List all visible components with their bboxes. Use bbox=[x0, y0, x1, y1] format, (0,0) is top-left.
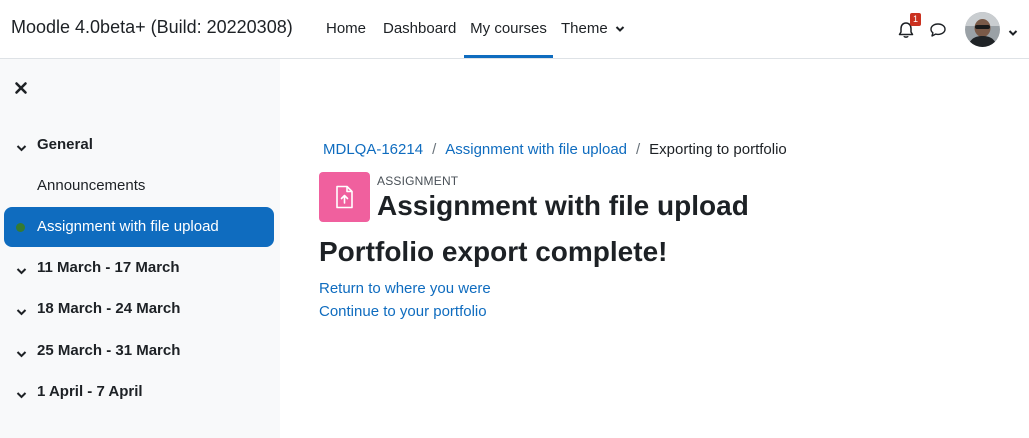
page-heading: Portfolio export complete! bbox=[319, 236, 668, 267]
top-navbar: Moodle 4.0beta+ (Build: 20220308) Home D… bbox=[0, 0, 1029, 59]
activity-announcements[interactable]: Announcements bbox=[0, 167, 280, 205]
nav-theme-label: Theme bbox=[561, 20, 608, 37]
site-brand[interactable]: Moodle 4.0beta+ (Build: 20220308) bbox=[11, 17, 293, 38]
section-label: 25 March - 31 March bbox=[37, 342, 181, 359]
activity-type-label: ASSIGNMENT bbox=[377, 174, 459, 188]
section-11-march[interactable]: 11 March - 17 March bbox=[0, 249, 280, 287]
activity-assignment-file-upload[interactable]: Assignment with file upload bbox=[4, 207, 274, 247]
chevron-down-icon[interactable] bbox=[16, 303, 27, 321]
notification-count-badge: 1 bbox=[910, 13, 921, 26]
nav-home[interactable]: Home bbox=[326, 0, 366, 58]
activity-title: Assignment with file upload bbox=[377, 190, 749, 221]
assignment-upload-icon bbox=[319, 172, 370, 222]
breadcrumb-separator: / bbox=[432, 141, 437, 158]
return-link[interactable]: Return to where you were bbox=[319, 280, 491, 297]
nav-dashboard[interactable]: Dashboard bbox=[383, 0, 456, 58]
section-label: 11 March - 17 March bbox=[37, 259, 180, 276]
user-menu-chevron-icon[interactable] bbox=[1008, 24, 1018, 42]
section-1-april[interactable]: 1 April - 7 April bbox=[0, 373, 280, 411]
section-label: 18 March - 24 March bbox=[37, 300, 181, 317]
avatar[interactable] bbox=[965, 12, 1000, 47]
continue-portfolio-link[interactable]: Continue to your portfolio bbox=[319, 303, 487, 320]
breadcrumb-separator: / bbox=[636, 141, 641, 158]
chevron-down-icon[interactable] bbox=[16, 345, 27, 363]
section-general[interactable]: General bbox=[0, 126, 280, 164]
close-icon[interactable] bbox=[14, 81, 28, 95]
activity-label: Assignment with file upload bbox=[37, 218, 219, 235]
breadcrumb-course[interactable]: MDLQA-16214 bbox=[323, 141, 423, 158]
section-18-march[interactable]: 18 March - 24 March bbox=[0, 290, 280, 328]
chevron-down-icon bbox=[615, 0, 625, 58]
nav-my-courses[interactable]: My courses bbox=[464, 0, 553, 58]
activity-label: Announcements bbox=[37, 177, 146, 194]
section-label: 1 April - 7 April bbox=[37, 383, 143, 400]
chevron-down-icon[interactable] bbox=[16, 139, 27, 157]
message-icon[interactable] bbox=[929, 21, 947, 39]
section-label: General bbox=[37, 136, 93, 153]
current-activity-dot bbox=[16, 223, 25, 232]
chevron-down-icon[interactable] bbox=[16, 386, 27, 404]
breadcrumb: MDLQA-16214 / Assignment with file upload /… bbox=[323, 141, 787, 158]
section-25-march[interactable]: 25 March - 31 March bbox=[0, 332, 280, 370]
chevron-down-icon[interactable] bbox=[16, 262, 27, 280]
course-index-drawer: General Announcements Assignment with fi… bbox=[0, 59, 280, 438]
breadcrumb-assignment[interactable]: Assignment with file upload bbox=[445, 141, 627, 158]
breadcrumb-current: Exporting to portfolio bbox=[649, 141, 787, 158]
nav-theme-dropdown[interactable]: Theme bbox=[561, 0, 625, 58]
